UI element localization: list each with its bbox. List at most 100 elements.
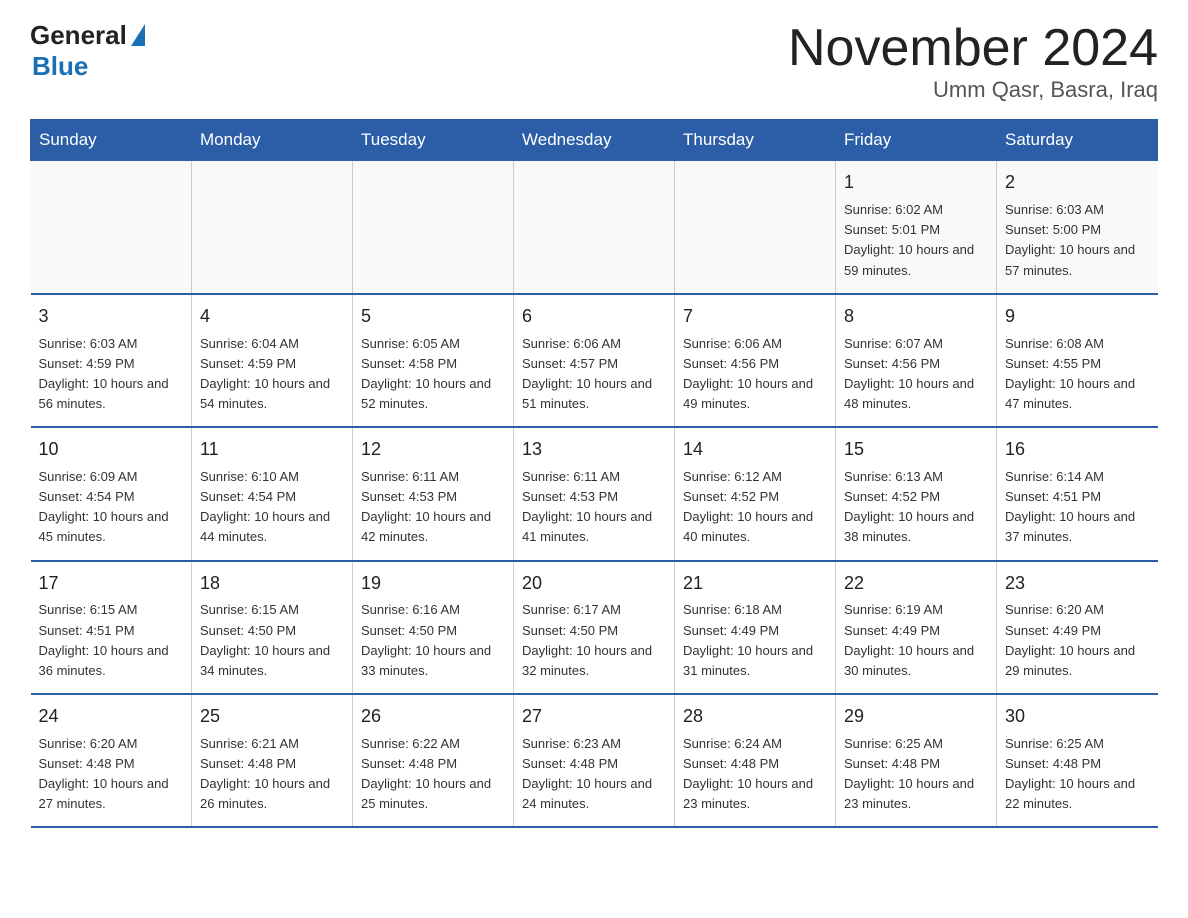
calendar-cell: 22Sunrise: 6:19 AMSunset: 4:49 PMDayligh… <box>836 561 997 694</box>
logo-general: General <box>30 20 145 51</box>
day-info: Sunrise: 6:19 AMSunset: 4:49 PMDaylight:… <box>844 600 988 681</box>
day-number: 11 <box>200 436 344 464</box>
calendar-cell: 16Sunrise: 6:14 AMSunset: 4:51 PMDayligh… <box>997 427 1158 560</box>
day-info: Sunrise: 6:05 AMSunset: 4:58 PMDaylight:… <box>361 334 505 415</box>
calendar-cell: 14 Sunrise: 6:12 AMSunset: 4:52 PMDayligh… <box>675 427 836 560</box>
day-info: Sunrise: 6:02 AMSunset: 5:01 PMDaylight:… <box>844 200 988 281</box>
calendar-cell: 21Sunrise: 6:18 AMSunset: 4:49 PMDayligh… <box>675 561 836 694</box>
day-info: Sunrise: 6:12 AMSunset: 4:52 PMDaylight:… <box>683 467 827 548</box>
day-number: 15 <box>844 436 988 464</box>
weekday-header-thursday: Thursday <box>675 120 836 161</box>
calendar-cell <box>675 161 836 294</box>
calendar-cell: 7Sunrise: 6:06 AMSunset: 4:56 PMDaylight… <box>675 294 836 427</box>
day-info: Sunrise: 6:21 AMSunset: 4:48 PMDaylight:… <box>200 734 344 815</box>
calendar-title: November 2024 <box>788 20 1158 77</box>
day-info: Sunrise: 6:07 AMSunset: 4:56 PMDaylight:… <box>844 334 988 415</box>
day-number: 21 <box>683 570 827 598</box>
page-header: General Blue November 2024 Umm Qasr, Bas… <box>30 20 1158 103</box>
calendar-cell: 4Sunrise: 6:04 AMSunset: 4:59 PMDaylight… <box>192 294 353 427</box>
day-info: Sunrise: 6:15 AMSunset: 4:50 PMDaylight:… <box>200 600 344 681</box>
calendar-cell: 26 Sunrise: 6:22 AMSunset: 4:48 PMDayligh… <box>353 694 514 827</box>
calendar-cell <box>514 161 675 294</box>
day-number: 23 <box>1005 570 1150 598</box>
logo-blue-text: Blue <box>32 51 88 82</box>
day-number: 20 <box>522 570 666 598</box>
day-number: 1 <box>844 169 988 197</box>
weekday-header-friday: Friday <box>836 120 997 161</box>
day-info: Sunrise: 6:09 AMSunset: 4:54 PMDaylight:… <box>39 467 184 548</box>
calendar-week-row: 10 Sunrise: 6:09 AMSunset: 4:54 PMDayligh… <box>31 427 1158 560</box>
calendar-cell: 1 Sunrise: 6:02 AMSunset: 5:01 PMDaylight… <box>836 161 997 294</box>
day-info: Sunrise: 6:08 AMSunset: 4:55 PMDaylight:… <box>1005 334 1150 415</box>
day-info: Sunrise: 6:22 AMSunset: 4:48 PMDaylight:… <box>361 734 505 815</box>
weekday-header-monday: Monday <box>192 120 353 161</box>
calendar-cell: 2 Sunrise: 6:03 AMSunset: 5:00 PMDaylight… <box>997 161 1158 294</box>
weekday-header-tuesday: Tuesday <box>353 120 514 161</box>
day-info: Sunrise: 6:17 AMSunset: 4:50 PMDaylight:… <box>522 600 666 681</box>
calendar-cell: 13 Sunrise: 6:11 AMSunset: 4:53 PMDayligh… <box>514 427 675 560</box>
calendar-cell: 29Sunrise: 6:25 AMSunset: 4:48 PMDayligh… <box>836 694 997 827</box>
day-number: 4 <box>200 303 344 331</box>
calendar-cell: 19Sunrise: 6:16 AMSunset: 4:50 PMDayligh… <box>353 561 514 694</box>
day-number: 25 <box>200 703 344 731</box>
day-info: Sunrise: 6:23 AMSunset: 4:48 PMDaylight:… <box>522 734 666 815</box>
day-number: 17 <box>39 570 184 598</box>
calendar-cell: 8 Sunrise: 6:07 AMSunset: 4:56 PMDaylight… <box>836 294 997 427</box>
day-number: 8 <box>844 303 988 331</box>
day-number: 27 <box>522 703 666 731</box>
calendar-week-row: 17Sunrise: 6:15 AMSunset: 4:51 PMDayligh… <box>31 561 1158 694</box>
calendar-cell: 15Sunrise: 6:13 AMSunset: 4:52 PMDayligh… <box>836 427 997 560</box>
day-info: Sunrise: 6:18 AMSunset: 4:49 PMDaylight:… <box>683 600 827 681</box>
calendar-cell: 30 Sunrise: 6:25 AMSunset: 4:48 PMDayligh… <box>997 694 1158 827</box>
day-number: 9 <box>1005 303 1150 331</box>
day-number: 29 <box>844 703 988 731</box>
calendar-cell: 11 Sunrise: 6:10 AMSunset: 4:54 PMDayligh… <box>192 427 353 560</box>
calendar-cell <box>192 161 353 294</box>
day-number: 3 <box>39 303 184 331</box>
day-number: 30 <box>1005 703 1150 731</box>
calendar-cell: 3 Sunrise: 6:03 AMSunset: 4:59 PMDaylight… <box>31 294 192 427</box>
day-number: 14 <box>683 436 827 464</box>
calendar-cell: 25 Sunrise: 6:21 AMSunset: 4:48 PMDayligh… <box>192 694 353 827</box>
day-number: 26 <box>361 703 505 731</box>
day-number: 10 <box>39 436 184 464</box>
day-info: Sunrise: 6:11 AMSunset: 4:53 PMDaylight:… <box>522 467 666 548</box>
day-info: Sunrise: 6:06 AMSunset: 4:57 PMDaylight:… <box>522 334 666 415</box>
weekday-header-wednesday: Wednesday <box>514 120 675 161</box>
day-info: Sunrise: 6:10 AMSunset: 4:54 PMDaylight:… <box>200 467 344 548</box>
day-number: 2 <box>1005 169 1150 197</box>
day-number: 5 <box>361 303 505 331</box>
calendar-week-row: 3 Sunrise: 6:03 AMSunset: 4:59 PMDaylight… <box>31 294 1158 427</box>
day-info: Sunrise: 6:25 AMSunset: 4:48 PMDaylight:… <box>1005 734 1150 815</box>
calendar-cell: 23Sunrise: 6:20 AMSunset: 4:49 PMDayligh… <box>997 561 1158 694</box>
calendar-table: SundayMondayTuesdayWednesdayThursdayFrid… <box>30 119 1158 828</box>
weekday-header-sunday: Sunday <box>31 120 192 161</box>
calendar-subtitle: Umm Qasr, Basra, Iraq <box>788 77 1158 103</box>
day-info: Sunrise: 6:03 AMSunset: 5:00 PMDaylight:… <box>1005 200 1150 281</box>
day-info: Sunrise: 6:15 AMSunset: 4:51 PMDaylight:… <box>39 600 184 681</box>
day-info: Sunrise: 6:20 AMSunset: 4:49 PMDaylight:… <box>1005 600 1150 681</box>
calendar-week-row: 24Sunrise: 6:20 AMSunset: 4:48 PMDayligh… <box>31 694 1158 827</box>
title-area: November 2024 Umm Qasr, Basra, Iraq <box>788 20 1158 103</box>
calendar-cell: 5 Sunrise: 6:05 AMSunset: 4:58 PMDaylight… <box>353 294 514 427</box>
calendar-cell: 20Sunrise: 6:17 AMSunset: 4:50 PMDayligh… <box>514 561 675 694</box>
logo-blue: Blue <box>32 51 88 81</box>
calendar-cell <box>353 161 514 294</box>
calendar-cell <box>31 161 192 294</box>
calendar-cell: 24Sunrise: 6:20 AMSunset: 4:48 PMDayligh… <box>31 694 192 827</box>
day-info: Sunrise: 6:06 AMSunset: 4:56 PMDaylight:… <box>683 334 827 415</box>
day-number: 16 <box>1005 436 1150 464</box>
day-number: 13 <box>522 436 666 464</box>
calendar-cell: 27 Sunrise: 6:23 AMSunset: 4:48 PMDayligh… <box>514 694 675 827</box>
day-number: 19 <box>361 570 505 598</box>
day-number: 22 <box>844 570 988 598</box>
weekday-header-row: SundayMondayTuesdayWednesdayThursdayFrid… <box>31 120 1158 161</box>
day-info: Sunrise: 6:03 AMSunset: 4:59 PMDaylight:… <box>39 334 184 415</box>
calendar-cell: 12 Sunrise: 6:11 AMSunset: 4:53 PMDayligh… <box>353 427 514 560</box>
day-info: Sunrise: 6:24 AMSunset: 4:48 PMDaylight:… <box>683 734 827 815</box>
day-info: Sunrise: 6:11 AMSunset: 4:53 PMDaylight:… <box>361 467 505 548</box>
weekday-header-saturday: Saturday <box>997 120 1158 161</box>
day-number: 18 <box>200 570 344 598</box>
calendar-cell: 10 Sunrise: 6:09 AMSunset: 4:54 PMDayligh… <box>31 427 192 560</box>
day-number: 12 <box>361 436 505 464</box>
